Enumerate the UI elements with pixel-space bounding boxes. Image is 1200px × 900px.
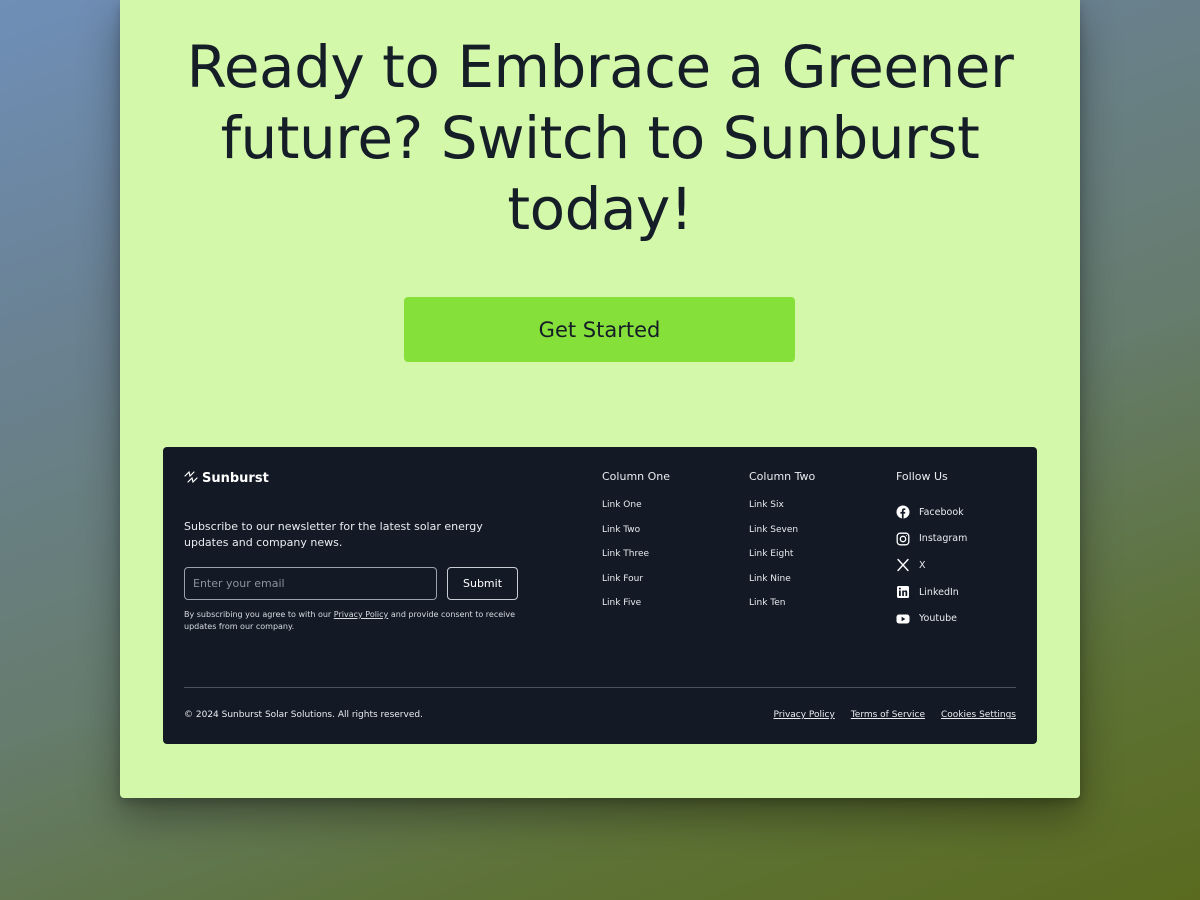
copyright-text: © 2024 Sunburst Solar Solutions. All rig… [184, 710, 423, 720]
social-link-x[interactable]: X [896, 552, 967, 579]
footer-link[interactable]: Link Five [602, 597, 670, 622]
get-started-button[interactable]: Get Started [404, 297, 795, 362]
footer-link[interactable]: Link Three [602, 548, 670, 573]
column-title: Follow Us [896, 470, 948, 483]
youtube-icon [896, 612, 910, 626]
email-input[interactable] [184, 567, 437, 600]
footer-column-two: Column Two Link Six Link Seven Link Eigh… [749, 469, 815, 622]
footer-link[interactable]: Link Eight [749, 548, 815, 573]
footer-link[interactable]: Link Nine [749, 573, 815, 598]
footer-link[interactable]: Link Four [602, 573, 670, 598]
sunburst-logo-icon [184, 469, 198, 488]
social-link-instagram[interactable]: Instagram [896, 526, 967, 553]
footer-follow-us: Follow Us Facebook Instagram X LinkedIn … [896, 469, 967, 632]
consent-text: By subscribing you agree to with our Pri… [184, 609, 529, 633]
instagram-icon [896, 532, 910, 546]
consent-prefix: By subscribing you agree to with our [184, 610, 334, 619]
site-footer: Sunburst Subscribe to our newsletter for… [163, 447, 1037, 744]
social-label: LinkedIn [919, 586, 959, 598]
terms-of-service-link[interactable]: Terms of Service [851, 710, 925, 720]
footer-link[interactable]: Link Two [602, 524, 670, 549]
footer-link[interactable]: Link Ten [749, 597, 815, 622]
cookies-settings-link[interactable]: Cookies Settings [941, 710, 1016, 720]
facebook-icon [896, 505, 910, 519]
column-title: Column One [602, 470, 671, 483]
footer-column-one: Column One Link One Link Two Link Three … [602, 469, 670, 622]
footer-link[interactable]: Link Six [749, 499, 815, 524]
legal-links: Privacy Policy Terms of Service Cookies … [773, 710, 1016, 720]
linkedin-icon [896, 585, 910, 599]
social-label: Youtube [919, 613, 957, 625]
newsletter-description: Subscribe to our newsletter for the late… [184, 520, 483, 549]
column-title: Column Two [749, 470, 816, 483]
hero-headline: Ready to Embrace a Greener future? Switc… [186, 33, 1014, 243]
cta-card: Ready to Embrace a Greener future? Switc… [120, 0, 1080, 798]
privacy-policy-link[interactable]: Privacy Policy [773, 710, 834, 720]
x-icon [896, 558, 910, 572]
footer-link[interactable]: Link Seven [749, 524, 815, 549]
social-label: Instagram [919, 533, 968, 545]
social-label: X [919, 559, 926, 571]
submit-button[interactable]: Submit [447, 567, 518, 600]
brand-logo[interactable]: Sunburst [184, 469, 269, 488]
consent-privacy-link[interactable]: Privacy Policy [334, 610, 389, 619]
brand-name: Sunburst [202, 471, 269, 486]
social-link-linkedin[interactable]: LinkedIn [896, 579, 967, 606]
footer-link[interactable]: Link One [602, 499, 670, 524]
footer-divider [184, 687, 1016, 688]
social-label: Facebook [919, 506, 964, 518]
social-link-facebook[interactable]: Facebook [896, 499, 967, 526]
social-link-youtube[interactable]: Youtube [896, 605, 967, 632]
